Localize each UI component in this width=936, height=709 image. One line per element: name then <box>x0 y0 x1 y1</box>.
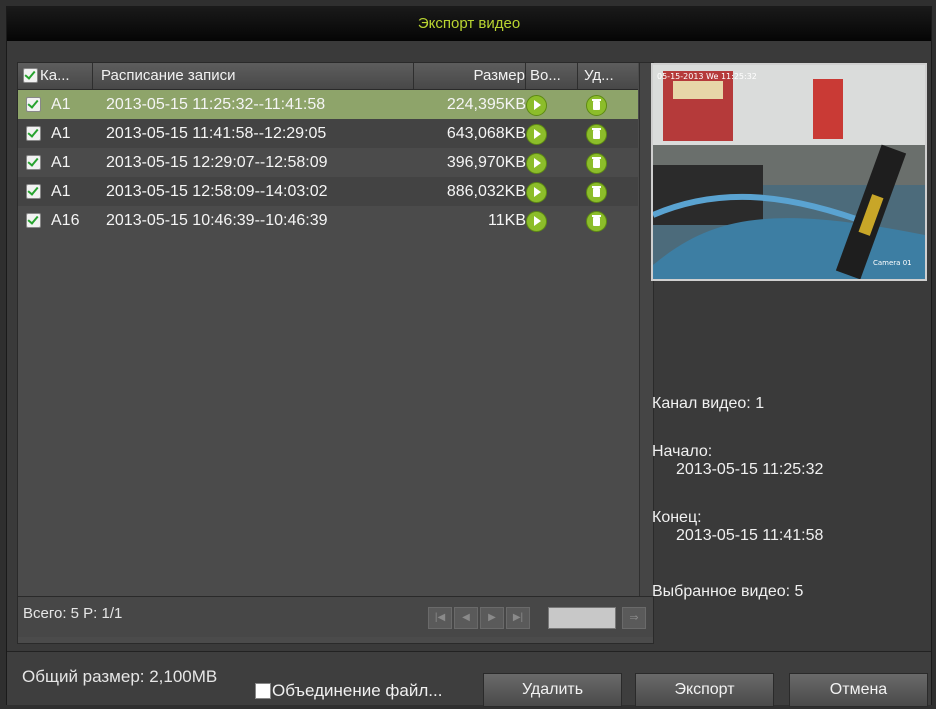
info-start-label: Начало: <box>652 443 713 460</box>
row-size: 643,068KB <box>446 125 526 142</box>
table-row[interactable]: A1 2013-05-15 12:58:09--14:03:02 886,032… <box>18 177 638 206</box>
header-schedule[interactable]: Расписание записи <box>93 63 414 89</box>
dialog-title: Экспорт видео <box>7 7 931 41</box>
table-row[interactable]: A1 2013-05-15 12:29:07--12:58:09 396,970… <box>18 148 638 177</box>
total-count: Всего: 5 P: 1/1 <box>23 605 123 622</box>
header-size[interactable]: Размер <box>414 63 526 89</box>
header-channel-label: Ка... <box>40 67 70 84</box>
video-preview: 05-15-2013 We 11:25:32 Camera 01 <box>651 63 927 281</box>
row-size: 224,395KB <box>446 96 526 113</box>
cancel-button[interactable]: Отмена <box>789 673 928 707</box>
merge-files-checkbox[interactable] <box>255 683 271 699</box>
row-checkbox[interactable] <box>26 155 41 170</box>
row-size: 886,032KB <box>446 183 526 200</box>
bottom-bar: Общий размер: 2,100MB Объединение файл..… <box>7 651 931 707</box>
preview-camera-name: Camera 01 <box>873 259 912 267</box>
select-all-checkbox[interactable] <box>23 67 38 83</box>
next-page-icon[interactable]: ▶ <box>480 607 504 629</box>
info-channel: Канал видео: 1 <box>652 395 765 412</box>
row-channel: A1 <box>51 183 71 200</box>
delete-button[interactable]: Удалить <box>483 673 622 707</box>
export-button[interactable]: Экспорт <box>635 673 774 707</box>
info-start-value: 2013-05-15 11:25:32 <box>676 461 824 478</box>
play-icon[interactable] <box>526 182 547 203</box>
row-checkbox[interactable] <box>26 213 41 228</box>
info-end-label: Конец: <box>652 509 702 526</box>
play-icon[interactable] <box>526 124 547 145</box>
row-schedule: 2013-05-15 12:29:07--12:58:09 <box>106 154 328 171</box>
row-checkbox[interactable] <box>26 97 41 112</box>
prev-page-icon[interactable]: ◀ <box>454 607 478 629</box>
info-selected: Выбранное видео: 5 <box>652 583 804 600</box>
row-channel: A1 <box>51 154 71 171</box>
merge-files-label[interactable]: Объединение файл... <box>272 681 442 701</box>
row-checkbox[interactable] <box>26 126 41 141</box>
go-page-icon[interactable]: ⇒ <box>622 607 646 629</box>
row-channel: A1 <box>51 96 71 113</box>
trash-icon[interactable] <box>586 153 607 174</box>
table-row[interactable]: A1 2013-05-15 11:25:32--11:41:58 224,395… <box>18 90 638 119</box>
row-checkbox[interactable] <box>26 184 41 199</box>
row-schedule: 2013-05-15 12:58:09--14:03:02 <box>106 183 328 200</box>
row-channel: A16 <box>51 212 80 229</box>
trash-icon[interactable] <box>586 211 607 232</box>
row-size: 396,970KB <box>446 154 526 171</box>
first-page-icon[interactable]: |◀ <box>428 607 452 629</box>
export-video-dialog: Экспорт видео Ка... Расписание записи Ра… <box>6 6 932 707</box>
play-icon[interactable] <box>526 211 547 232</box>
header-play[interactable]: Во... <box>527 63 578 89</box>
list-header: Ка... Расписание записи Размер Во... Уд.… <box>18 63 638 90</box>
last-page-icon[interactable]: ▶| <box>506 607 530 629</box>
table-row[interactable]: A1 2013-05-15 11:41:58--12:29:05 643,068… <box>18 119 638 148</box>
info-end: Конец: 2013-05-15 11:41:58 <box>652 509 823 545</box>
record-list-panel: Ка... Расписание записи Размер Во... Уд.… <box>17 62 654 644</box>
list-footer: Всего: 5 P: 1/1 |◀ ◀ ▶ ▶| ⇒ <box>18 596 653 637</box>
row-schedule: 2013-05-15 10:46:39--10:46:39 <box>106 212 328 229</box>
total-size: Общий размер: 2,100MB <box>22 667 218 686</box>
row-schedule: 2013-05-15 11:41:58--12:29:05 <box>106 125 327 142</box>
row-schedule: 2013-05-15 11:25:32--11:41:58 <box>106 96 326 113</box>
header-delete[interactable]: Уд... <box>578 63 639 89</box>
info-start: Начало: 2013-05-15 11:25:32 <box>652 443 823 479</box>
trash-icon[interactable] <box>586 124 607 145</box>
table-row[interactable]: A16 2013-05-15 10:46:39--10:46:39 11KB <box>18 206 638 235</box>
trash-icon[interactable] <box>586 95 607 116</box>
info-end-value: 2013-05-15 11:41:58 <box>676 527 824 544</box>
play-icon[interactable] <box>526 153 547 174</box>
row-channel: A1 <box>51 125 71 142</box>
record-rows: A1 2013-05-15 11:25:32--11:41:58 224,395… <box>18 90 638 235</box>
row-size: 11KB <box>488 212 526 229</box>
preview-timestamp: 05-15-2013 We 11:25:32 <box>657 72 757 81</box>
play-icon[interactable] <box>526 95 547 116</box>
page-number-input[interactable] <box>548 607 616 629</box>
header-channel[interactable]: Ка... <box>18 63 93 89</box>
trash-icon[interactable] <box>586 182 607 203</box>
preview-frame-image: 05-15-2013 We 11:25:32 Camera 01 <box>653 65 925 279</box>
